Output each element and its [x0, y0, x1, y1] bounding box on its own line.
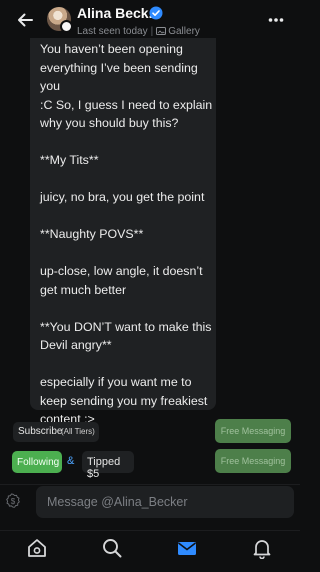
last-seen-text: Last seen today	[77, 26, 148, 37]
gallery-link[interactable]: Gallery	[168, 26, 200, 37]
message-input[interactable]	[36, 486, 294, 518]
divider	[0, 484, 300, 485]
following-badge[interactable]: Following	[12, 451, 62, 473]
message-paragraph: You haven’t been opening everything I’ve…	[40, 42, 213, 130]
following-label: Following	[17, 457, 60, 468]
message-paragraph: **You DON’T want to make this Devil angr…	[40, 319, 212, 353]
message-paragraph: juicy, no bra, you get the point	[40, 190, 205, 204]
subscribe-label: Subscribe	[18, 426, 63, 437]
chat-header: Alina Beck... Last seen today | Gallery	[0, 0, 300, 40]
gallery-icon	[156, 27, 167, 35]
dollar-icon[interactable]: $	[5, 493, 21, 509]
message-paragraph: up-close, low angle, it doesn’t get much…	[40, 264, 203, 297]
ampersand: &	[67, 455, 75, 467]
message-paragraph: especially if you want me to keep sendin…	[40, 375, 208, 426]
svg-text:$: $	[11, 497, 16, 506]
avatar[interactable]	[47, 7, 73, 33]
contact-name[interactable]: Alina Beck...	[77, 5, 160, 21]
message-text: You haven’t been opening everything I’ve…	[40, 40, 220, 429]
last-seen-line: Last seen today | Gallery	[77, 26, 200, 37]
divider	[0, 530, 300, 531]
subscribe-tier: (All Tiers)	[61, 427, 95, 436]
back-arrow-icon[interactable]	[15, 10, 35, 30]
home-icon[interactable]	[26, 537, 48, 559]
free-messaging-button[interactable]: Free Messaging	[215, 449, 291, 473]
free-messaging-label: Free Messaging	[220, 426, 286, 436]
message-paragraph: **Naughty POVS**	[40, 227, 144, 241]
online-status-dot	[60, 20, 73, 33]
message-paragraph: **My Tits**	[40, 153, 99, 167]
search-icon[interactable]	[101, 537, 123, 559]
tipped-label: Tipped $5	[87, 456, 121, 480]
subscribe-badge[interactable]: Subscribe (All Tiers)	[13, 422, 99, 442]
more-icon[interactable]	[268, 12, 284, 28]
free-messaging-button[interactable]: Free Messaging	[215, 419, 291, 443]
verified-badge-icon	[149, 6, 163, 20]
bell-icon[interactable]	[251, 537, 273, 559]
separator: |	[150, 26, 154, 37]
tipped-badge[interactable]: Tipped $5	[82, 451, 134, 480]
free-messaging-label: Free Messaging	[220, 456, 286, 466]
messages-icon[interactable]	[176, 537, 198, 559]
